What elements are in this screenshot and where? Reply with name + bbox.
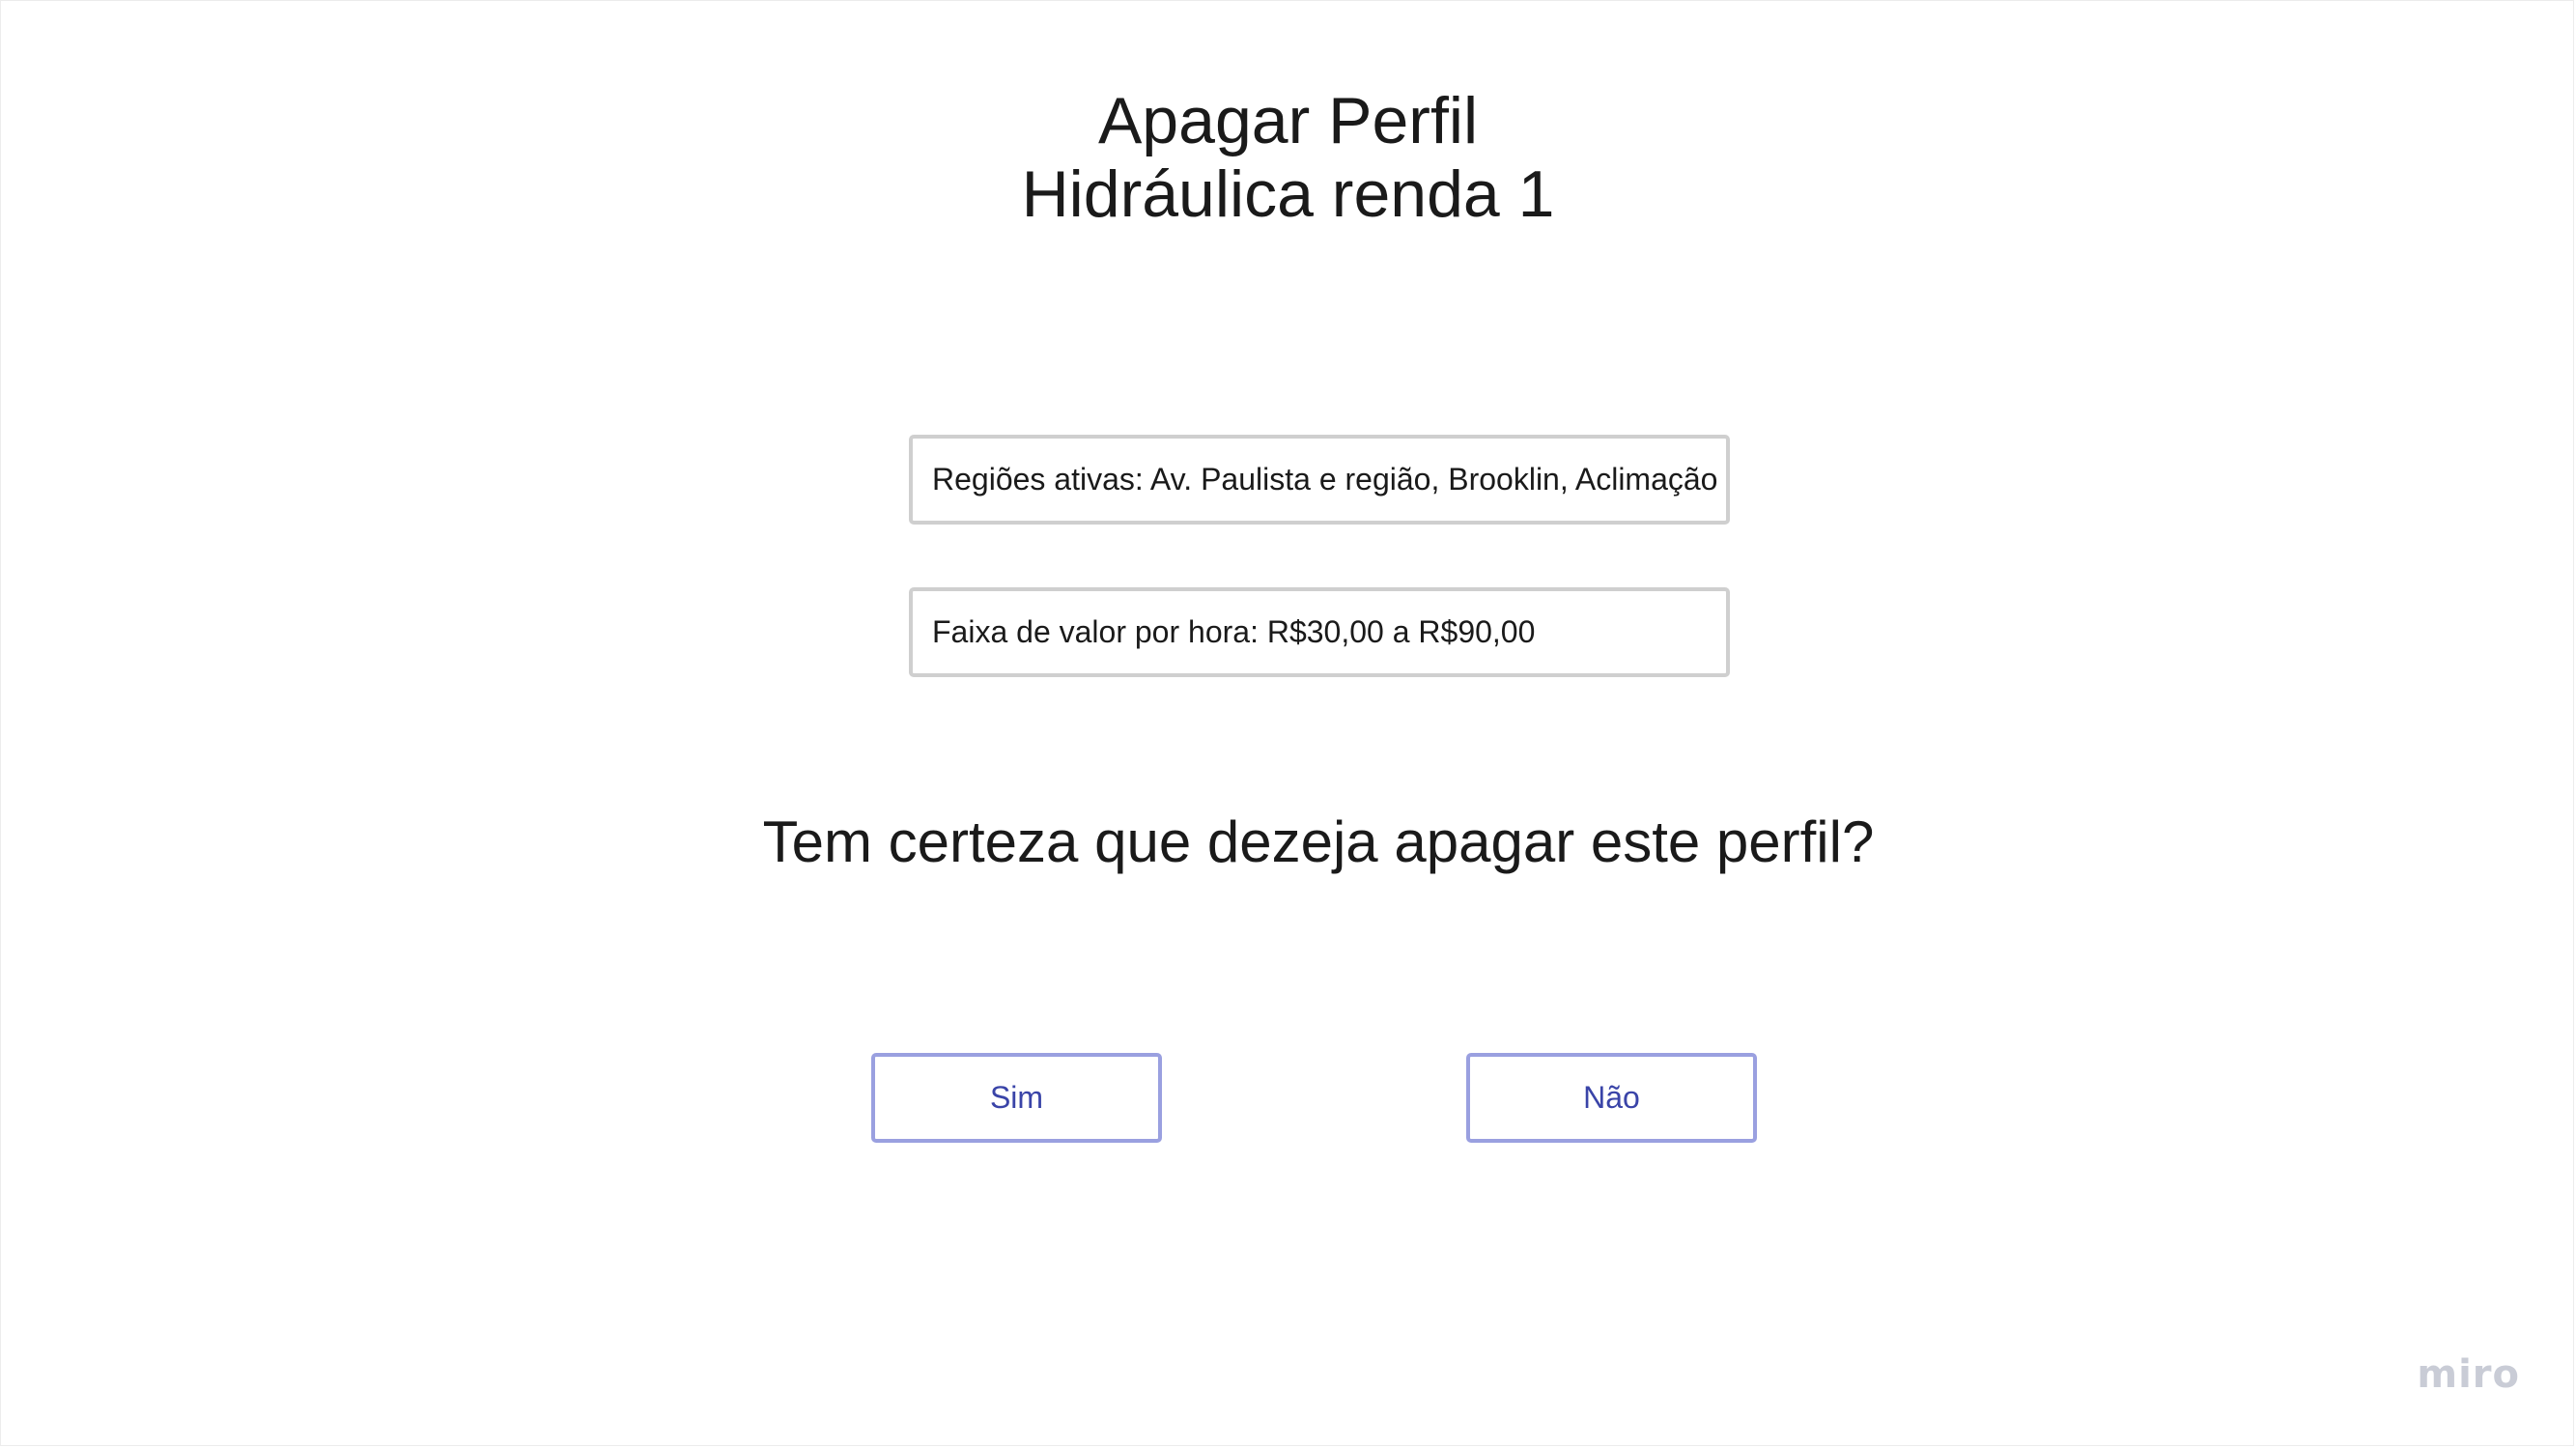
regions-info-box: Regiões ativas: Av. Paulista e região, B…	[909, 435, 1730, 525]
price-range-text: Faixa de valor por hora: R$30,00 a R$90,…	[932, 614, 1536, 649]
profile-name: Hidráulica renda 1	[1021, 157, 1555, 231]
regions-text: Regiões ativas: Av. Paulista e região, B…	[932, 462, 1718, 497]
miro-logo: miro	[2417, 1352, 2520, 1397]
price-range-info-box: Faixa de valor por hora: R$30,00 a R$90,…	[909, 587, 1730, 677]
confirm-yes-button[interactable]: Sim	[871, 1053, 1162, 1143]
page-title: Apagar Perfil	[1097, 84, 1479, 157]
confirm-no-button[interactable]: Não	[1466, 1053, 1757, 1143]
confirmation-question: Tem certeza que dezeja apagar este perfi…	[762, 809, 1875, 874]
